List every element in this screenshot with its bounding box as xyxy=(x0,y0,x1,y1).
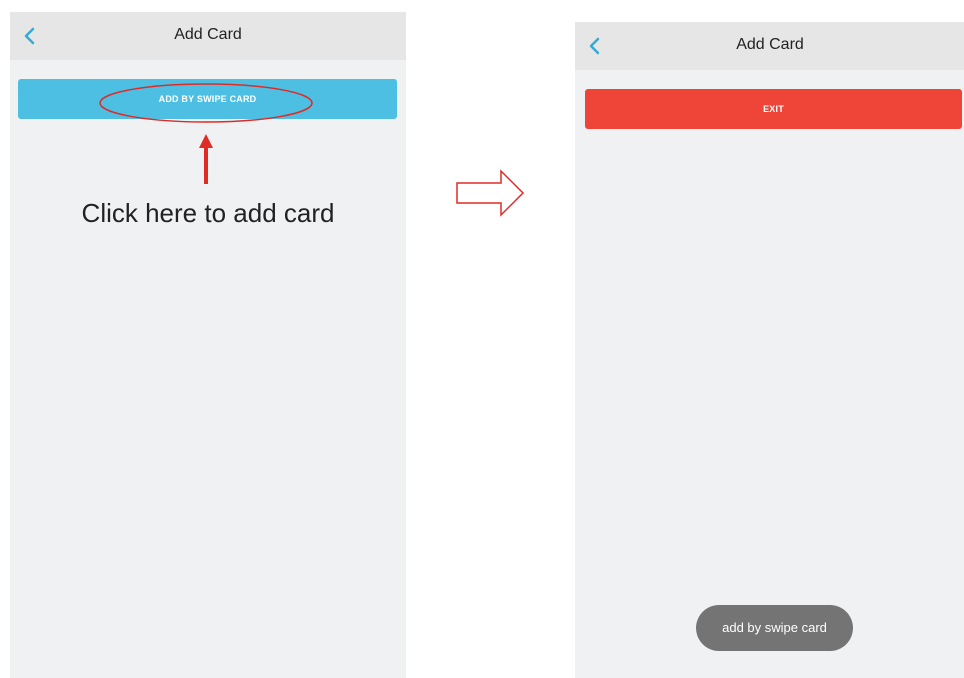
highlight-ellipse xyxy=(99,83,313,123)
page-title: Add Card xyxy=(736,36,804,53)
add-card-screen-after: Add Card EXIT add by swipe card xyxy=(575,22,964,678)
toast-message: add by swipe card xyxy=(696,605,853,651)
add-card-screen-before: Add Card ADD BY SWIPE CARD Click here to… xyxy=(10,12,406,678)
annotation-text: Click here to add card xyxy=(81,198,335,228)
page-title: Add Card xyxy=(174,26,242,43)
app-header: Add Card xyxy=(10,12,406,60)
app-header: Add Card xyxy=(575,22,964,70)
up-arrow-icon xyxy=(199,134,213,184)
comparison-figure: Add Card ADD BY SWIPE CARD Click here to… xyxy=(0,0,964,678)
right-arrow-icon xyxy=(456,169,525,217)
exit-button[interactable]: EXIT xyxy=(585,89,962,129)
